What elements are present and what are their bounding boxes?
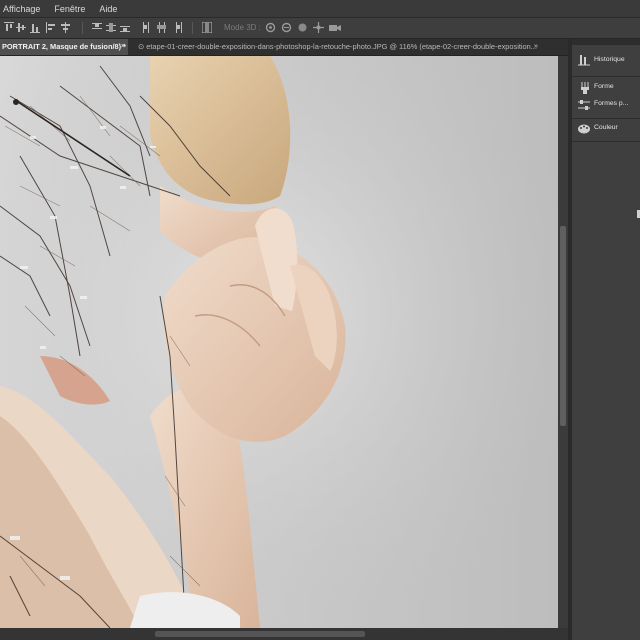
color-palette-icon (578, 122, 590, 134)
distribute-right-icon[interactable] (172, 22, 182, 33)
3d-slide-icon[interactable] (313, 22, 324, 33)
vertical-scrollbar[interactable] (558, 56, 568, 628)
panel-label: Historique (594, 56, 625, 63)
distribute-hcenter-icon[interactable] (156, 22, 166, 33)
brush-icon (578, 81, 590, 94)
document-tab-bar: PORTRAIT 2, Masque de fusion/8) * × ⊙ et… (0, 39, 568, 56)
toolbar-separator (192, 22, 193, 34)
tab-portrait-2[interactable]: PORTRAIT 2, Masque de fusion/8) * × (0, 39, 128, 55)
menu-affichage[interactable]: Affichage (3, 4, 40, 14)
vertical-scroll-thumb[interactable] (560, 226, 566, 426)
tab-overflow-icon[interactable]: » (534, 39, 564, 55)
panel-separator (572, 76, 640, 77)
menu-fenetre[interactable]: Fenêtre (54, 4, 85, 14)
history-icon (578, 54, 590, 66)
distribute-top-icon[interactable] (92, 22, 102, 33)
3d-camera-icon[interactable] (329, 22, 341, 33)
align-vcenter-icon[interactable] (16, 22, 26, 33)
horizontal-scroll-thumb[interactable] (155, 631, 365, 637)
distribute-bottom-icon[interactable] (120, 22, 130, 33)
toolbar-separator (82, 22, 83, 34)
mode-3d-label: Mode 3D : (224, 23, 261, 32)
options-bar: Mode 3D : (0, 18, 640, 39)
3d-pan-icon[interactable] (297, 22, 307, 33)
menu-bar: Affichage Fenêtre Aide (0, 0, 640, 18)
distribute-vcenter-icon[interactable] (106, 22, 116, 33)
align-bottom-icon[interactable] (30, 22, 40, 33)
close-icon[interactable]: × (121, 39, 125, 55)
panel-label: Formes p... (594, 100, 629, 107)
tab-etape-01[interactable]: ⊙ etape-01-creer-double-exposition-dans-… (130, 39, 538, 55)
panel-separator (572, 141, 640, 142)
document-canvas[interactable] (0, 56, 558, 628)
auto-align-icon[interactable] (202, 22, 212, 33)
3d-rotate-icon[interactable] (265, 22, 276, 33)
panel-label: Couleur (594, 124, 618, 131)
panel-dock-header[interactable] (572, 39, 640, 45)
panel-historique[interactable]: Historique (572, 51, 640, 71)
menu-aide[interactable]: Aide (99, 4, 117, 14)
brush-presets-icon (578, 98, 590, 110)
align-hcenter-icon[interactable] (60, 22, 70, 33)
horizontal-scrollbar[interactable] (0, 628, 568, 640)
panel-label: Forme (594, 83, 614, 90)
panel-formes-predefinies[interactable]: Formes p... (572, 95, 640, 115)
panel-couleur[interactable]: Couleur (572, 119, 640, 139)
tab-label: ⊙ etape-01-creer-double-exposition-dans-… (138, 42, 537, 51)
align-top-icon[interactable] (4, 22, 14, 33)
panel-dock: Historique Forme Formes p... Couleur (572, 39, 640, 640)
tab-label: PORTRAIT 2, Masque de fusion/8) * (2, 42, 127, 51)
3d-roll-icon[interactable] (281, 22, 292, 33)
align-left-icon[interactable] (46, 22, 56, 33)
distribute-left-icon[interactable] (142, 22, 152, 33)
canvas-image (0, 56, 558, 628)
